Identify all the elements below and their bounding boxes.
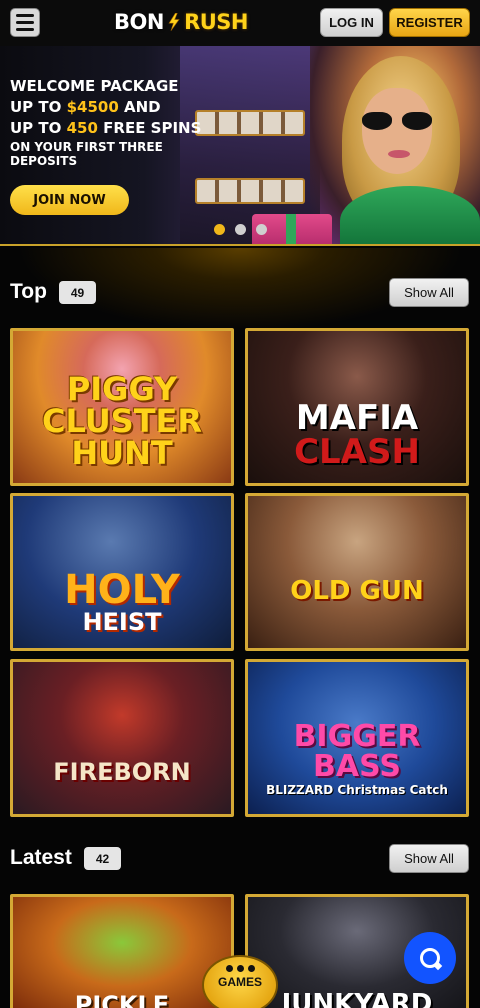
section-title-latest: Latest [10,846,72,869]
games-dots-icon [225,965,255,972]
banner-line-1: WELCOME PACKAGE [10,77,179,95]
register-button[interactable]: REGISTER [389,8,470,37]
game-tile-old-gun[interactable]: OLD GUN [245,493,469,651]
chat-bubble-icon [420,948,440,968]
game-title: OLD GUN [290,576,424,606]
menu-icon-line [16,21,34,24]
game-title: FIREBORN [53,758,191,786]
carousel-dot-3[interactable] [256,224,267,235]
game-title: HOLY HEIST [64,567,180,636]
logo-text-left: BON [114,10,164,34]
game-tile-piggy-cluster-hunt[interactable]: PIGGY CLUSTER HUNT [10,328,234,486]
banner-line-2: UP TO $4500 AND [10,98,161,116]
join-now-button[interactable]: JOIN NOW [10,185,129,215]
games-fab-label: GAMES [217,975,262,989]
top-show-all-button[interactable]: Show All [389,278,469,307]
live-chat-button[interactable] [404,932,456,984]
game-title: PIGGY CLUSTER HUNT [41,370,203,472]
game-title: MAFIA CLASH [294,398,420,472]
promo-banner[interactable]: WELCOME PACKAGE UP TO $4500 AND UP TO 45… [0,46,480,246]
game-title: PICKLE [74,991,170,1008]
carousel-dot-1[interactable] [214,224,225,235]
game-tile-bigger-bass-blizzard[interactable]: BIGGER BASS BLIZZARD Christmas Catch [245,659,469,817]
banner-line-4: ON YOUR FIRST THREE DEPOSITS [10,140,163,168]
banner-line-3: UP TO 450 FREE SPINS [10,119,202,137]
game-tile-holy-heist[interactable]: HOLY HEIST [10,493,234,651]
latest-show-all-button[interactable]: Show All [389,844,469,873]
banner-headline: WELCOME PACKAGE UP TO $4500 AND UP TO 45… [10,76,220,168]
banner-model-lips [388,150,410,158]
game-tile-fireborn[interactable]: FIREBORN [10,659,234,817]
slot-reel-art [195,178,305,204]
section-title-top: Top [10,280,47,303]
game-title: JUNKYARD [281,989,433,1008]
hamburger-menu-button[interactable] [10,8,40,37]
game-tile-mafia-clash[interactable]: MAFIA CLASH [245,328,469,486]
top-bar: BON RUSH LOG IN REGISTER [0,0,480,46]
logo-text-right: RUSH [184,10,248,34]
sunglasses-art [362,112,432,130]
carousel-dots [214,224,267,235]
top-count-badge: 49 [59,281,96,304]
menu-icon-line [16,28,34,31]
lightning-bolt-icon [168,13,180,31]
games-fab-button[interactable]: GAMES [202,955,278,1008]
game-tile-pickle[interactable]: PICKLE [10,894,234,1008]
latest-count-badge: 42 [84,847,121,870]
game-title: BIGGER BASS BLIZZARD Christmas Catch [266,719,448,797]
banner-model-face [362,88,432,174]
site-logo[interactable]: BON RUSH [114,4,248,40]
login-button[interactable]: LOG IN [320,8,383,37]
menu-icon-line [16,14,34,17]
carousel-dot-2[interactable] [235,224,246,235]
